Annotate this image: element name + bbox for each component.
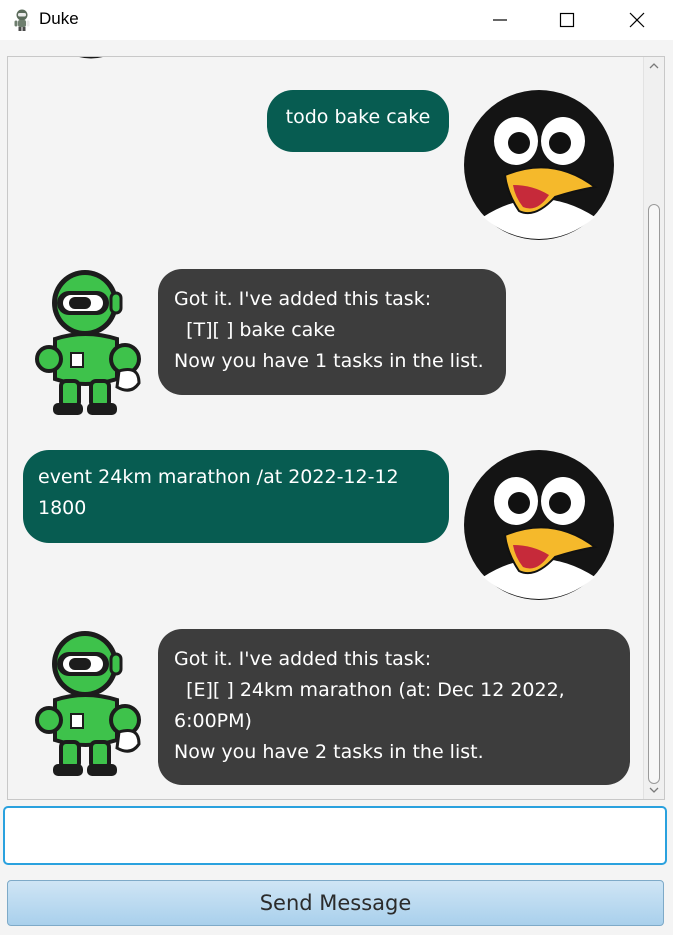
vertical-scrollbar[interactable] [643,57,664,799]
cut-off-avatar [79,57,103,59]
message-input[interactable] [3,806,667,865]
chevron-down-icon [649,787,659,793]
minimize-icon [493,19,507,21]
chat-scroll-pane[interactable]: todo bake cake Got it. I've added this t… [7,56,665,800]
duke-message-bubble: Got it. I've added this task: [T][ ] bak… [158,269,506,395]
maximize-icon [559,12,575,28]
user-message-bubble: event 24km marathon /at 2022-12-12 1800 [23,450,449,543]
duke-message-bubble: Got it. I've added this task: [E][ ] 24k… [158,629,630,785]
green-robot-avatar [35,631,141,776]
user-message-bubble: todo bake cake [267,90,449,152]
minimize-button[interactable] [477,0,523,40]
window-title: Duke [39,9,79,28]
close-icon [629,12,645,28]
scroll-up-button[interactable] [644,57,664,75]
chevron-up-icon [649,63,659,69]
green-robot-avatar [35,270,141,415]
close-button[interactable] [614,0,660,40]
penguin-avatar [464,450,614,600]
robot-icon [14,9,30,31]
scroll-down-button[interactable] [644,781,664,799]
penguin-avatar [464,90,614,240]
title-bar: Duke [0,0,673,40]
send-message-button[interactable]: Send Message [7,880,664,926]
scrollbar-thumb[interactable] [648,204,660,784]
maximize-button[interactable] [544,0,590,40]
